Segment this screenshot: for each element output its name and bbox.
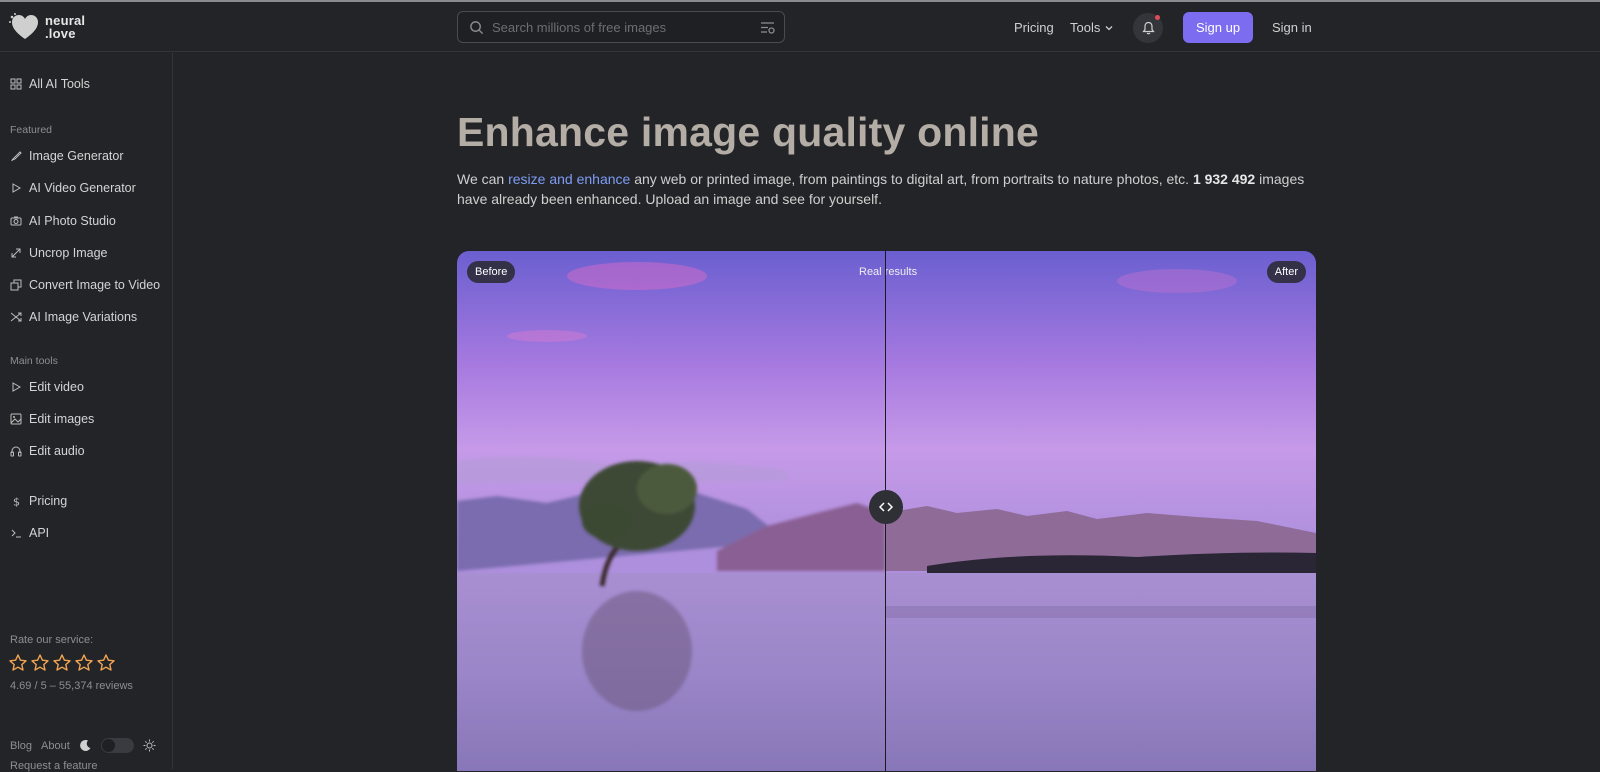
sidebar-item-label: AI Photo Studio — [29, 214, 116, 228]
chevron-down-icon — [1105, 25, 1113, 30]
before-label: Before — [467, 261, 516, 283]
intro-mid: any web or printed image, from paintings… — [630, 171, 1193, 187]
filter-icon[interactable] — [759, 19, 776, 36]
bell-icon — [1141, 21, 1155, 35]
sidebar-item-label: Edit images — [29, 412, 95, 426]
star-icon[interactable] — [9, 654, 27, 671]
shuffle-icon — [10, 312, 22, 322]
sidebar-item-label: Edit audio — [29, 444, 85, 458]
sidebar-item-label: Edit video — [29, 380, 84, 394]
sidebar-item-convert-image-to-video[interactable]: Convert Image to Video — [10, 278, 160, 292]
sidebar-item-edit-video[interactable]: Edit video — [10, 380, 84, 394]
intro-pre: We can — [457, 171, 509, 187]
after-label: After — [1266, 261, 1306, 283]
sidebar-item-label: API — [29, 526, 50, 540]
theme-toggle[interactable] — [100, 738, 134, 753]
camera-icon — [10, 216, 22, 226]
real-results-label: Real results — [859, 266, 918, 278]
star-icon[interactable] — [53, 654, 71, 671]
sidebar-footer: Blog About — [10, 738, 156, 753]
sidebar-item-all-ai-tools[interactable]: All AI Tools — [10, 77, 90, 91]
resize-and-enhance-link[interactable]: resize and enhance — [508, 171, 630, 187]
notifications-button[interactable] — [1133, 13, 1163, 43]
sidebar-item-label: AI Image Variations — [29, 310, 138, 324]
sidebar: All AI Tools Featured Image Generator AI… — [0, 53, 173, 772]
sidebar-item-label: Pricing — [29, 494, 68, 508]
sidebar-item-image-generator[interactable]: Image Generator — [10, 149, 124, 163]
about-link[interactable]: About — [41, 740, 70, 752]
enhanced-count: 1 932 492 — [1192, 171, 1256, 187]
rating-stars[interactable] — [9, 654, 115, 671]
sun-icon — [143, 739, 156, 752]
headphones-icon — [10, 446, 22, 457]
heart-logo-icon — [9, 13, 38, 39]
search-bar[interactable] — [457, 11, 785, 43]
star-icon[interactable] — [31, 654, 49, 671]
sign-in-link[interactable]: Sign in — [1272, 20, 1312, 35]
featured-heading: Featured — [10, 124, 53, 136]
sidebar-item-ai-video-generator[interactable]: AI Video Generator — [10, 181, 136, 195]
nav-tools-label: Tools — [1070, 20, 1101, 35]
brush-icon — [11, 151, 22, 161]
sidebar-item-label: Uncrop Image — [29, 246, 108, 260]
search-input[interactable] — [492, 19, 752, 35]
brand-logo[interactable]: neural .love — [9, 12, 85, 42]
expand-icon — [11, 248, 21, 258]
brand-name-line2: .love — [45, 26, 76, 41]
main-tools-heading: Main tools — [10, 355, 58, 367]
play-icon — [12, 382, 22, 392]
layers-icon — [10, 279, 22, 291]
notification-dot — [1155, 15, 1160, 20]
top-bar: neural .love Pricing Tools Sign up Sign … — [0, 2, 1600, 52]
sidebar-item-ai-image-variations[interactable]: AI Image Variations — [10, 310, 137, 324]
sidebar-item-label: All AI Tools — [29, 77, 90, 91]
nav-pricing-link[interactable]: Pricing — [1014, 20, 1054, 35]
dollar-icon: $ — [13, 496, 20, 508]
play-icon — [12, 183, 22, 193]
search-icon — [470, 20, 484, 34]
grid-icon — [10, 78, 22, 90]
sidebar-item-edit-audio[interactable]: Edit audio — [10, 444, 85, 458]
comparison-slider-handle[interactable] — [869, 490, 903, 524]
theme-toggle-knob — [101, 739, 115, 752]
brand-name: neural .love — [45, 14, 85, 40]
blog-link[interactable]: Blog — [10, 740, 32, 752]
sign-up-button[interactable]: Sign up — [1183, 12, 1253, 43]
moon-icon — [79, 739, 91, 751]
sidebar-item-edit-images[interactable]: Edit images — [10, 412, 94, 426]
sidebar-item-ai-photo-studio[interactable]: AI Photo Studio — [10, 214, 116, 228]
request-feature-link[interactable]: Request a feature — [10, 760, 97, 772]
sidebar-item-label: Image Generator — [29, 149, 124, 163]
star-icon[interactable] — [97, 654, 115, 671]
sidebar-item-label: AI Video Generator — [29, 181, 136, 195]
image-icon — [10, 413, 22, 425]
rating-summary: 4.69 / 5 – 55,374 reviews — [10, 680, 133, 692]
sidebar-item-uncrop-image[interactable]: Uncrop Image — [10, 246, 108, 260]
svg-text:$: $ — [13, 496, 20, 508]
sidebar-item-label: Convert Image to Video — [29, 278, 161, 292]
sidebar-item-api[interactable]: API — [10, 526, 49, 540]
intro-text: We can resize and enhance any web or pri… — [457, 169, 1317, 209]
sidebar-item-pricing[interactable]: $ Pricing — [10, 494, 67, 508]
before-after-comparison[interactable]: Before Real results After — [457, 251, 1316, 771]
terminal-icon — [11, 529, 21, 538]
star-icon[interactable] — [75, 654, 93, 671]
rate-label: Rate our service: — [10, 634, 94, 646]
code-arrows-icon — [879, 502, 893, 512]
page-title: Enhance image quality online — [457, 109, 1040, 155]
main-content: Enhance image quality online We can resi… — [173, 53, 1600, 771]
nav-tools-menu[interactable]: Tools — [1070, 20, 1114, 35]
